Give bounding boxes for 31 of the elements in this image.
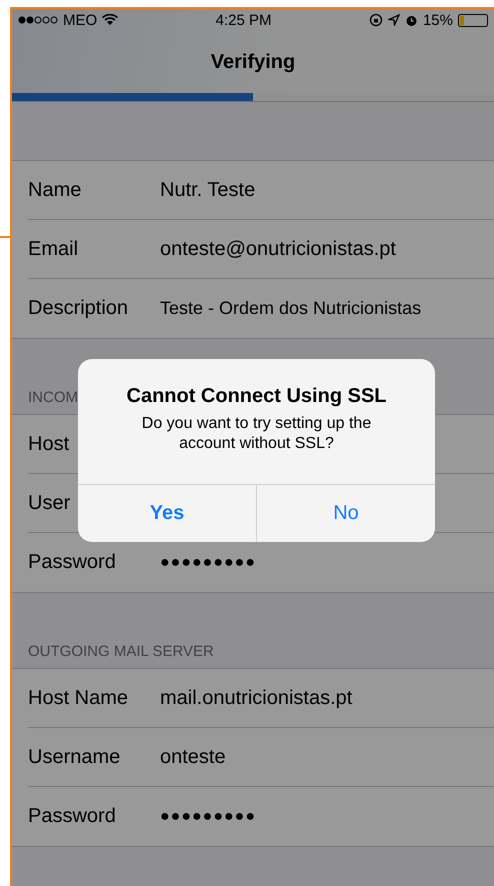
alert-message: Do you want to try setting up the account without SSL? [140,414,372,454]
field-value: mail.onutricionistas.pt [160,686,352,710]
field-label: Host Name [28,686,130,710]
battery-icon [458,14,488,26]
field-value: onteste [160,746,226,768]
alarm-icon [404,14,418,26]
field-value: Nutr. Teste [160,178,256,202]
field-label: Password [28,551,117,574]
password-dots: ●●●●●●●●● [160,808,256,826]
wifi-icon [102,14,118,26]
nav-title: Verifying [210,50,296,74]
signal-icon [18,16,58,24]
field-label: Name [28,178,82,202]
field-label: Email [28,238,80,260]
field-label: Password [28,805,117,828]
rotation-lock-icon [368,13,383,27]
alert-button[interactable]: No [256,485,435,542]
field-label: Description [28,297,130,320]
location-icon [388,14,400,26]
battery-percent: 15% [422,12,453,28]
carrier-name: MEO [63,12,98,28]
field-value: Teste - Ordem dos Nutricionistas [160,298,422,319]
password-dots: ●●●●●●●●● [160,554,256,572]
section-header: INCOM [28,389,78,406]
field-label: Username [28,746,122,768]
field-value: onteste@onutricionistas.pt [160,238,396,260]
clock-time: 4:25 PM [216,12,272,28]
field-label: Host [28,432,70,456]
alert-button[interactable]: Yes [78,485,256,542]
alert-title: Cannot Connect Using SSL [126,385,388,408]
section-header: OUTGOING MAIL SERVER [28,643,214,660]
